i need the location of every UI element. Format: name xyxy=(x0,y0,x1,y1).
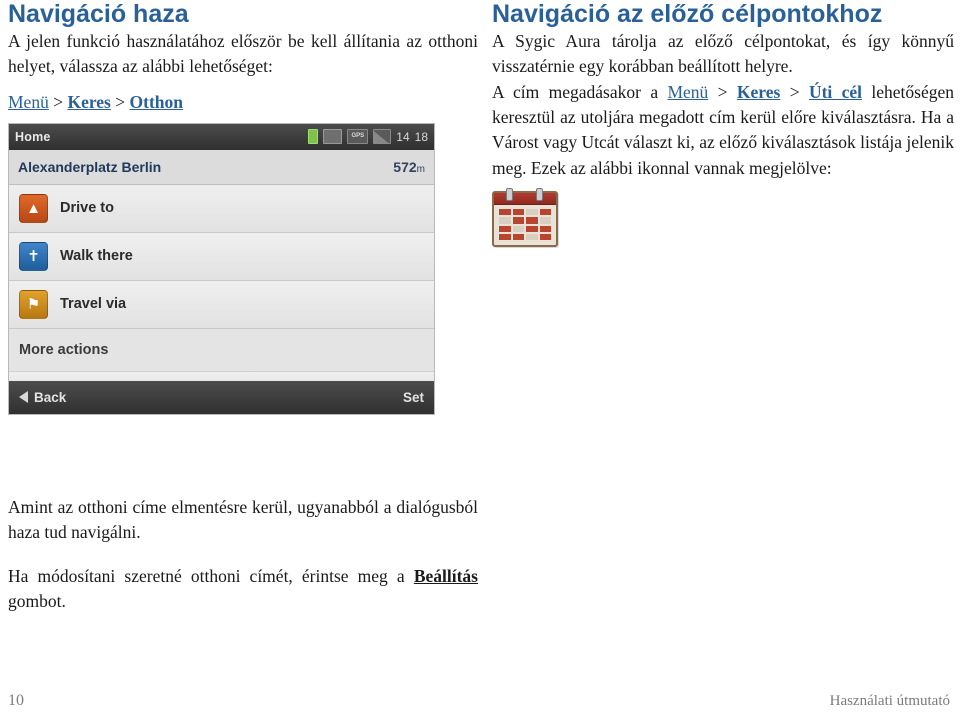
history-icon-cell xyxy=(499,233,511,240)
link-search[interactable]: Keres xyxy=(737,82,780,102)
device-back-button[interactable]: Back xyxy=(19,390,66,405)
distance-unit: m xyxy=(416,163,425,175)
history-icon-cell xyxy=(539,225,551,232)
history-icon-ring xyxy=(536,188,543,201)
device-item-label: Walk there xyxy=(60,248,133,264)
history-calendar-icon xyxy=(492,188,558,247)
left-intro-paragraph: A jelen funkció használatához először be… xyxy=(8,30,478,77)
history-icon-header xyxy=(494,193,556,205)
left-paragraph-2-before: Ha módosítani szeretné otthoni címét, ér… xyxy=(8,565,414,586)
device-item-walk-there[interactable]: ✝ Walk there xyxy=(9,232,434,281)
breadcrumb-separator-2: > xyxy=(115,91,126,112)
device-status-area: GPS 14 18 xyxy=(308,129,428,144)
breadcrumb-item-search[interactable]: Keres xyxy=(67,92,110,112)
right-p2-sep-1: > xyxy=(708,81,737,102)
distance-value: 572 xyxy=(393,158,417,175)
history-icon-grid xyxy=(499,209,551,240)
device-item-travel-via[interactable]: ⚑ Travel via xyxy=(9,280,434,329)
history-icon-cell xyxy=(539,233,551,240)
waypoint-icon: ⚑ xyxy=(19,289,48,319)
breadcrumb-item-menu[interactable]: Menü xyxy=(8,92,49,112)
link-menu[interactable]: Menü xyxy=(667,82,708,102)
device-distance: 572m xyxy=(393,159,425,175)
device-set-button[interactable]: Set xyxy=(403,390,424,405)
document-page: Navigáció haza A jelen funkció használat… xyxy=(0,0,960,720)
right-column: Navigáció az előző célpontokhoz A Sygic … xyxy=(492,0,954,247)
history-icon-cell xyxy=(499,225,511,232)
history-icon-cell xyxy=(526,225,538,232)
device-bottom-bar: Back Set xyxy=(9,380,434,414)
right-p2-text-1: A cím megadásakor a xyxy=(492,81,668,102)
device-item-label: Drive to xyxy=(60,200,114,216)
settings-button-reference[interactable]: Beállítás xyxy=(414,566,478,586)
left-bottom-text: Amint az otthoni címe elmentésre kerül, … xyxy=(8,495,478,615)
device-item-drive-to[interactable]: ▲ Drive to xyxy=(9,184,434,233)
right-p2-sep-2: > xyxy=(780,81,809,102)
history-icon-cell xyxy=(512,217,524,224)
history-icon-cell xyxy=(539,209,551,216)
history-icon-cell xyxy=(539,217,551,224)
left-paragraph-2: Ha módosítani szeretné otthoni címét, ér… xyxy=(8,564,478,615)
history-icon-cell xyxy=(512,233,524,240)
sd-card-icon xyxy=(323,129,343,144)
breadcrumb-separator-1: > xyxy=(53,91,64,112)
left-column: Navigáció haza A jelen funkció használat… xyxy=(8,0,478,415)
car-icon-glyph: ▲ xyxy=(26,199,41,217)
history-icon-cell xyxy=(526,209,538,216)
device-title: Home xyxy=(15,129,51,144)
battery-icon xyxy=(308,129,319,144)
device-screenshot: Home GPS 14 18 Alexanderplatz Berlin 572… xyxy=(8,122,435,415)
right-heading: Navigáció az előző célpontokhoz xyxy=(492,0,883,28)
arrow-left-icon xyxy=(19,391,28,403)
breadcrumb-item-home[interactable]: Otthon xyxy=(130,92,183,112)
link-destination[interactable]: Úti cél xyxy=(809,82,862,102)
history-icon-cell xyxy=(512,225,524,232)
signal-bars-icon xyxy=(373,129,392,144)
breadcrumb: Menü > Keres > Otthon xyxy=(8,92,478,113)
history-icon-cell xyxy=(526,217,538,224)
device-action-list: ▲ Drive to ✝ Walk there ⚑ Travel via Mor… xyxy=(9,184,434,387)
history-icon-cell xyxy=(499,209,511,216)
history-icon-cell xyxy=(499,217,511,224)
left-heading: Navigáció haza xyxy=(8,0,189,28)
device-title-bar: Home GPS 14 18 xyxy=(9,123,434,150)
status-value-1: 14 xyxy=(396,129,410,144)
left-paragraph-2-after: gombot. xyxy=(8,591,66,612)
device-more-actions[interactable]: More actions xyxy=(9,328,434,372)
history-icon-ring xyxy=(506,188,513,201)
gps-icon: GPS xyxy=(347,129,369,144)
page-footer: 10 Használati útmutató xyxy=(0,688,960,710)
right-paragraph-1: A Sygic Aura tárolja az előző célpontoka… xyxy=(492,30,954,77)
left-paragraph-1: Amint az otthoni címe elmentésre kerül, … xyxy=(8,497,478,543)
history-icon-cell xyxy=(526,233,538,240)
device-address-text: Alexanderplatz Berlin xyxy=(18,158,162,175)
footer-doc-title: Használati útmutató xyxy=(829,693,950,709)
device-back-label: Back xyxy=(34,389,67,405)
pedestrian-icon: ✝ xyxy=(19,241,48,271)
right-paragraph-2: A cím megadásakor a Menü > Keres > Úti c… xyxy=(492,80,954,182)
device-item-label: Travel via xyxy=(60,296,127,312)
history-icon-cell xyxy=(512,209,524,216)
page-number: 10 xyxy=(8,692,24,709)
waypoint-icon-glyph: ⚑ xyxy=(26,295,41,313)
car-icon: ▲ xyxy=(19,193,48,223)
status-value-2: 18 xyxy=(414,129,428,144)
device-address-bar[interactable]: Alexanderplatz Berlin 572m xyxy=(9,149,434,185)
pedestrian-icon-glyph: ✝ xyxy=(27,247,40,265)
